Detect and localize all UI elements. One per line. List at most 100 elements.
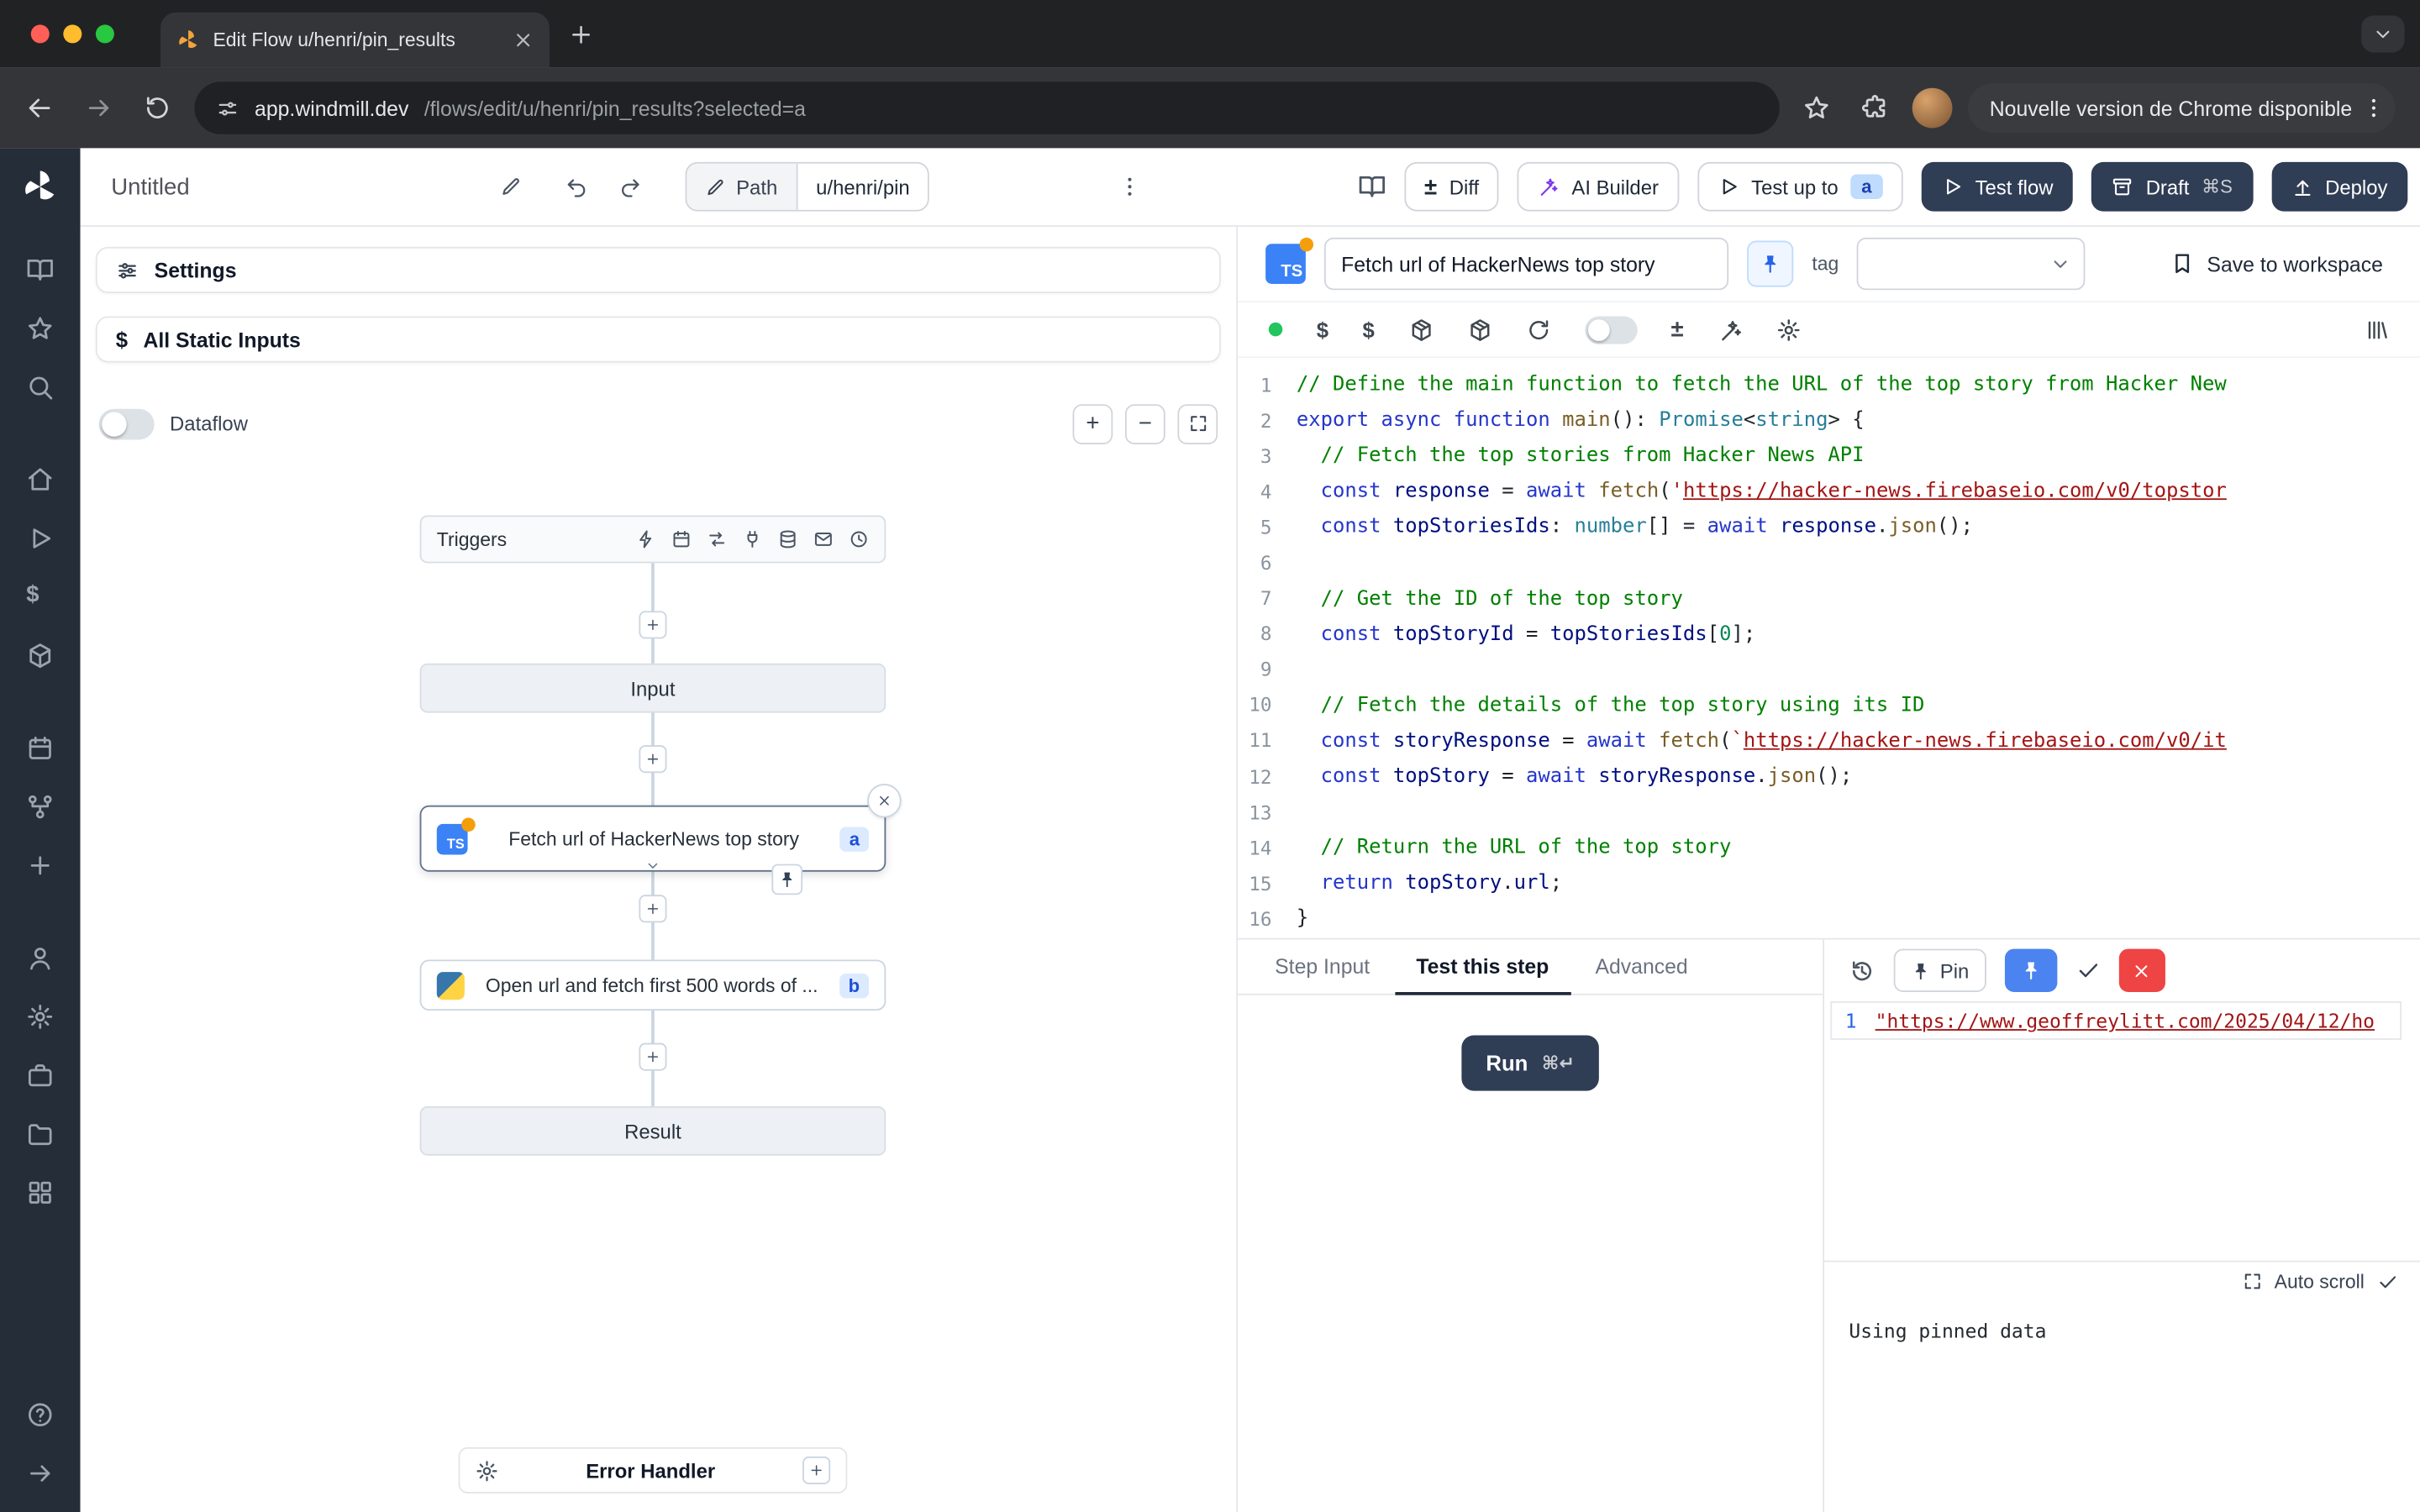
extensions-icon[interactable] (1861, 94, 1889, 122)
sidebar-item-flows[interactable] (13, 784, 68, 830)
bolt-trigger-icon[interactable] (636, 529, 656, 549)
test-up-to-button[interactable]: Test up toa (1697, 162, 1902, 212)
tab-test-this-step[interactable]: Test this step (1395, 940, 1570, 995)
step-a-node[interactable]: TS Fetch url of HackerNews top story a (420, 806, 886, 872)
site-settings-icon[interactable] (216, 97, 239, 120)
tag-select[interactable] (1857, 238, 2086, 290)
error-handler-node[interactable]: Error Handler (459, 1447, 848, 1494)
fit-view-button[interactable] (1177, 403, 1218, 444)
clear-pin-button[interactable] (2118, 949, 2165, 992)
static-inputs-button[interactable]: $ All Static Inputs (96, 317, 1221, 363)
sidebar-item-schedules[interactable] (13, 725, 68, 771)
calendar-trigger-icon[interactable] (671, 529, 692, 549)
draft-button[interactable]: Draft⌘S (2091, 162, 2252, 212)
flow-name[interactable]: Untitled (111, 174, 189, 200)
deploy-button[interactable]: Deploy (2271, 162, 2407, 212)
docs-icon[interactable] (1358, 173, 1386, 201)
remove-step-button[interactable] (867, 784, 901, 817)
sidebar-item-star[interactable] (13, 306, 68, 352)
pin-active-button[interactable] (2005, 949, 2057, 992)
add-step-button[interactable] (639, 745, 666, 773)
add-error-handler-button[interactable] (802, 1457, 830, 1484)
step-title-input[interactable] (1324, 238, 1728, 290)
step-b-node[interactable]: Open url and fetch first 500 words of ..… (420, 959, 886, 1011)
minimize-window-button[interactable] (63, 24, 82, 43)
history-icon[interactable] (1849, 958, 1875, 984)
tab-search-button[interactable] (2361, 15, 2404, 52)
plug-trigger-icon[interactable] (742, 529, 762, 549)
clock-trigger-icon[interactable] (849, 529, 869, 549)
diff-button[interactable]: ±Diff (1404, 162, 1499, 212)
zoom-in-button[interactable]: + (1073, 403, 1113, 444)
triggers-node[interactable]: Triggers (420, 515, 886, 563)
sidebar-item-help[interactable] (13, 1392, 68, 1438)
windmill-logo[interactable] (20, 166, 60, 207)
run-button[interactable]: Run ⌘↵ (1461, 1035, 1599, 1090)
reload-button[interactable] (144, 94, 171, 122)
settings-button[interactable]: Settings (96, 247, 1221, 293)
more-menu-icon[interactable] (1118, 175, 1143, 199)
bookmark-icon[interactable] (1803, 94, 1831, 122)
ai-builder-button[interactable]: AI Builder (1518, 162, 1679, 212)
tab-close-icon[interactable] (513, 29, 534, 51)
sidebar-item-home[interactable] (13, 457, 68, 503)
zoom-window-button[interactable] (96, 24, 114, 43)
resources-icon[interactable]: $ (1362, 318, 1374, 340)
package-icon[interactable] (1408, 317, 1433, 341)
back-button[interactable] (26, 94, 54, 122)
zoom-out-button[interactable]: − (1125, 403, 1165, 444)
script-settings-icon[interactable] (1776, 317, 1801, 341)
expand-icon[interactable] (2242, 1271, 2262, 1291)
browser-tab[interactable]: Edit Flow u/henri/pin_results (160, 13, 550, 68)
flow-name-field[interactable]: Untitled (111, 174, 522, 200)
dataflow-toggle[interactable] (99, 408, 155, 439)
dependencies-icon[interactable] (1467, 317, 1491, 341)
tab-advanced[interactable]: Advanced (1574, 940, 1710, 995)
sidebar-item-runs[interactable] (13, 515, 68, 561)
sidebar-item-settings[interactable] (13, 994, 68, 1040)
mail-trigger-icon[interactable] (813, 529, 834, 549)
diff-mode-icon[interactable]: ± (1670, 318, 1683, 341)
sidebar-item-collapse[interactable] (13, 1451, 68, 1497)
redo-button[interactable] (619, 175, 643, 198)
profile-avatar[interactable] (1912, 88, 1953, 129)
library-icon[interactable] (2365, 317, 2389, 341)
path-control[interactable]: Path u/henri/pin (686, 162, 930, 212)
sidebar-item-variables[interactable]: $ (13, 574, 68, 620)
test-flow-button[interactable]: Test flow (1921, 162, 2073, 212)
address-bar[interactable]: app.windmill.dev /flows/edit/u/henri/pin… (194, 81, 1780, 134)
flow-canvas[interactable]: Triggers Input TS Fetch url of HackerNew… (96, 452, 1221, 1512)
pinned-value-editor[interactable]: 1 "https://www.geoffreylitt.com/2025/04/… (1830, 1001, 2402, 1040)
sidebar-item-add[interactable] (13, 843, 68, 889)
sidebar-item-workers[interactable] (13, 1053, 68, 1099)
forward-button[interactable] (85, 94, 113, 122)
step-pin-indicator[interactable] (771, 864, 802, 895)
auto-scroll-checkbox[interactable] (2377, 1271, 2399, 1293)
sidebar-item-users[interactable] (13, 935, 68, 981)
code-editor[interactable]: 1// Define the main function to fetch th… (1238, 358, 2420, 938)
add-step-button[interactable] (639, 895, 666, 922)
sidebar-item-apps[interactable] (13, 1169, 68, 1215)
pin-toggle-button[interactable] (1747, 241, 1793, 287)
undo-button[interactable] (565, 175, 588, 198)
close-window-button[interactable] (31, 24, 50, 43)
edit-name-icon[interactable] (500, 176, 522, 197)
add-step-button[interactable] (639, 611, 666, 638)
chevron-down-icon[interactable] (645, 858, 660, 873)
accept-icon[interactable] (2075, 958, 2100, 983)
sidebar-item-panels[interactable] (13, 247, 68, 293)
editor-mode-toggle[interactable] (1585, 316, 1637, 344)
new-tab-button[interactable] (568, 21, 594, 47)
pin-button[interactable]: Pin (1894, 949, 1986, 992)
reload-icon[interactable] (1526, 317, 1550, 341)
add-step-button[interactable] (639, 1043, 666, 1071)
tab-step-input[interactable]: Step Input (1253, 940, 1392, 995)
database-trigger-icon[interactable] (778, 529, 798, 549)
input-node[interactable]: Input (420, 664, 886, 713)
chrome-update-button[interactable]: Nouvelle version de Chrome disponible (1968, 83, 2396, 133)
route-trigger-icon[interactable] (707, 529, 727, 549)
sidebar-item-search[interactable] (13, 364, 68, 410)
save-to-workspace-button[interactable]: Save to workspace (2170, 251, 2383, 276)
result-node[interactable]: Result (420, 1106, 886, 1156)
sidebar-item-resources[interactable] (13, 633, 68, 679)
